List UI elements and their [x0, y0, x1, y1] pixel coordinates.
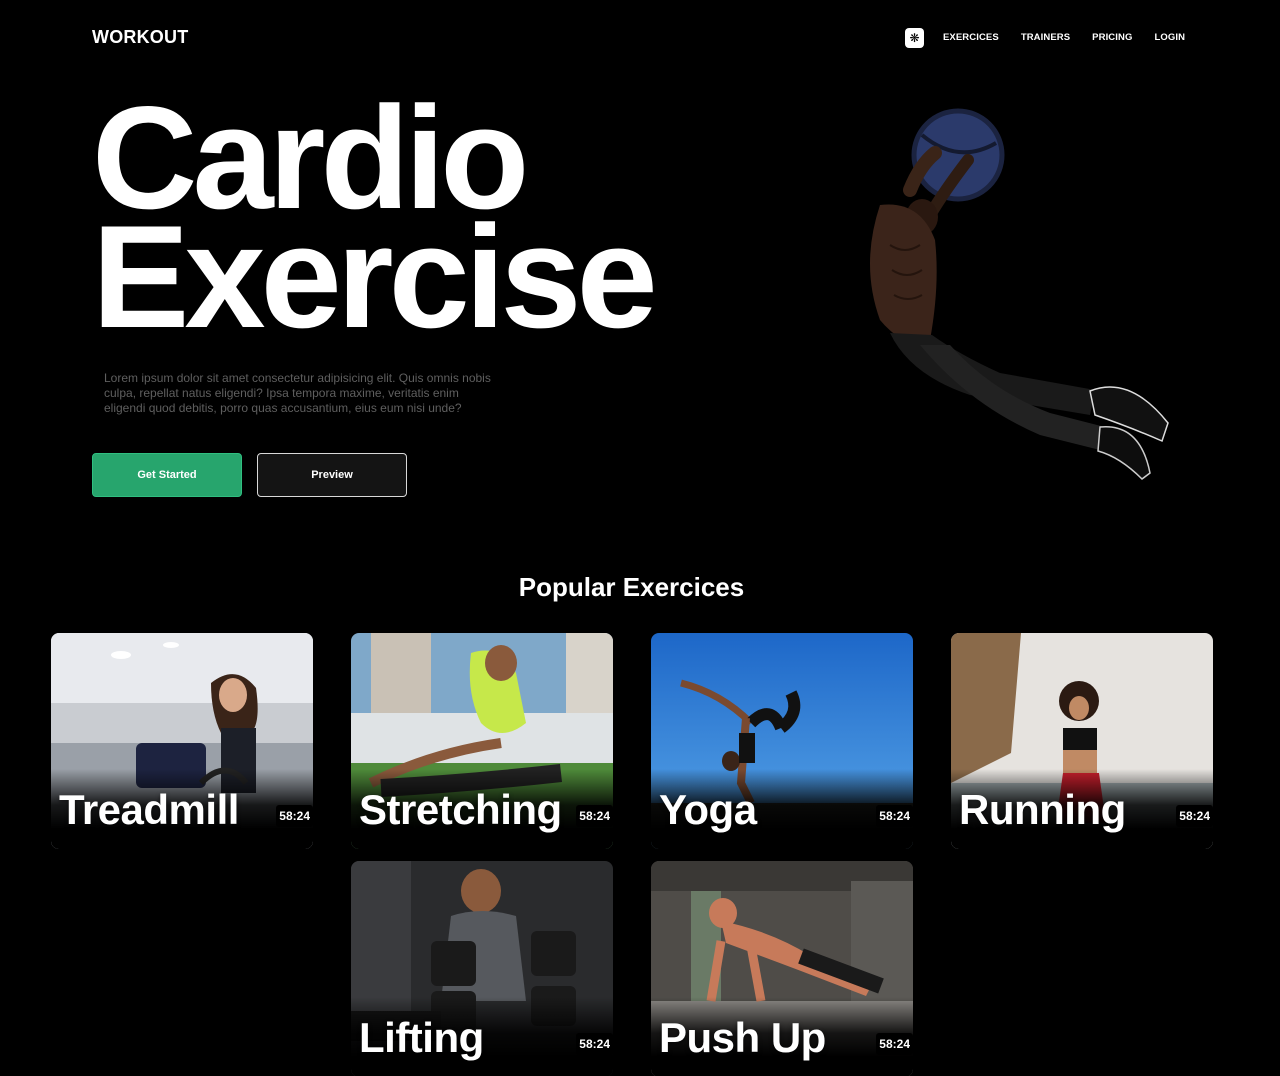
gear-icon[interactable]: ❋ — [905, 27, 924, 48]
card-title: Treadmill — [59, 786, 239, 833]
hero-title: Cardio Exercise — [92, 85, 658, 350]
card-duration: 58:24 — [276, 805, 313, 827]
exercise-card-push-up[interactable]: Push Up 58:24 — [651, 861, 913, 1076]
card-duration: 58:24 — [1176, 805, 1213, 827]
card-title: Yoga — [659, 786, 757, 833]
card-duration: 58:24 — [576, 805, 613, 827]
card-title: Running — [959, 786, 1126, 833]
section-title: Popular Exercices — [518, 572, 745, 602]
card-duration: 58:24 — [576, 1033, 613, 1055]
get-started-button[interactable]: Get Started — [92, 453, 242, 497]
exercise-card-running[interactable]: Running 58:24 — [951, 633, 1213, 849]
nav-exercices[interactable]: EXERCICES — [943, 32, 999, 43]
brand-logo[interactable]: WORKOUT — [92, 27, 188, 48]
hero-description: Lorem ipsum dolor sit amet consectetur a… — [104, 371, 491, 415]
card-duration: 58:24 — [876, 805, 913, 827]
nav-login[interactable]: LOGIN — [1154, 32, 1185, 43]
exercise-card-stretching[interactable]: Stretching 58:24 — [351, 633, 613, 849]
exercise-card-treadmill[interactable]: Treadmill 58:24 — [51, 633, 313, 849]
main-nav: ❋ EXERCICES TRAINERS PRICING LOGIN — [905, 27, 1185, 48]
page: WORKOUT ❋ EXERCICES TRAINERS PRICING LOG… — [0, 0, 1280, 1076]
card-duration: 58:24 — [876, 1033, 913, 1055]
card-title: Lifting — [359, 1014, 484, 1061]
card-title: Stretching — [359, 786, 562, 833]
hero-title-line2: Exercise — [92, 195, 658, 358]
card-title: Push Up — [659, 1014, 826, 1061]
exercise-card-yoga[interactable]: Yoga 58:24 — [651, 633, 913, 849]
nav-trainers[interactable]: TRAINERS — [1021, 32, 1070, 43]
preview-button[interactable]: Preview — [257, 453, 407, 497]
exercise-card-lifting[interactable]: Lifting 58:24 — [351, 861, 613, 1076]
nav-pricing[interactable]: PRICING — [1092, 32, 1132, 43]
athlete-image — [870, 108, 1169, 480]
